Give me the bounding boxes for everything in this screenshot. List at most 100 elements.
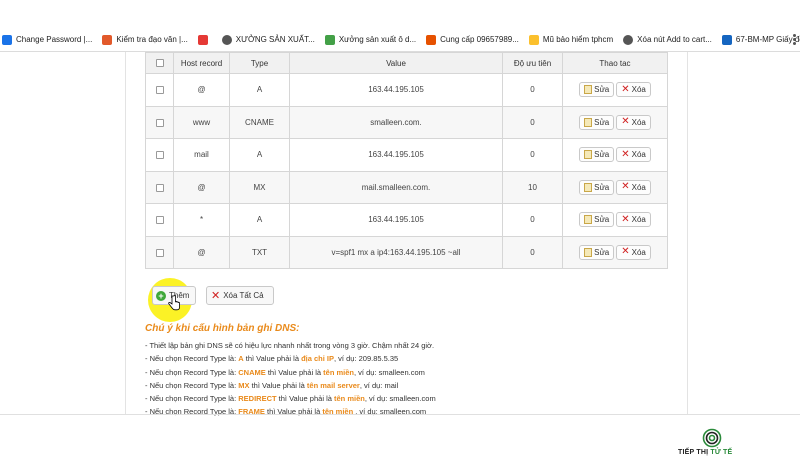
note-text: thì Value phải là <box>249 380 307 390</box>
note-text: , ví dụ: smalleen.com <box>353 407 427 417</box>
type-cell: A <box>229 138 290 172</box>
edit-label: Sửa <box>594 247 610 257</box>
row-select-cell[interactable] <box>145 138 174 172</box>
edit-button[interactable]: Sửa <box>579 114 615 130</box>
value-cell: v=spf1 mx a ip4:163.44.195.105 ~all <box>289 235 503 269</box>
bookmark-label: Xưởng sản xuất ô d... <box>338 35 417 44</box>
type-cell: A <box>229 73 290 107</box>
priority-cell: 10 <box>502 170 563 204</box>
table-header-row: Host record Type Value Độ ưu tiên Thao t… <box>145 52 668 74</box>
edit-label: Sửa <box>594 182 610 192</box>
bookmark-item[interactable]: XƯỞNG SẢN XUẤT... <box>221 34 315 45</box>
delete-button[interactable]: ✕ Xóa <box>616 147 651 163</box>
delete-button[interactable]: ✕ Xóa <box>616 114 651 130</box>
more-bookmarks-icon[interactable] <box>793 34 796 46</box>
edit-icon <box>584 150 593 160</box>
bookmark-item[interactable]: Cung cấp 09657989... <box>426 34 519 45</box>
edit-button[interactable]: Sửa <box>579 212 615 228</box>
actions-cell: Sửa ✕ Xóa <box>562 138 668 172</box>
select-all-header[interactable] <box>145 52 174 74</box>
bookmark-label: Change Password |... <box>16 35 93 44</box>
edit-icon <box>584 182 593 192</box>
delete-x-icon: ✕ <box>621 213 630 225</box>
delete-button[interactable]: ✕ Xóa <box>616 244 651 260</box>
bookmark-item[interactable]: Xưởng sản xuất ô d... <box>324 34 417 45</box>
edit-icon <box>584 85 593 95</box>
delete-button[interactable]: ✕ Xóa <box>616 82 651 98</box>
bookmark-item[interactable] <box>197 34 212 45</box>
logo-text-part2: TỬ TẾ <box>710 449 733 456</box>
note-line: - Nếu chọn Record Type là: A thì Value p… <box>145 352 436 365</box>
note-highlight: tên mail server <box>306 380 360 390</box>
row-select-cell[interactable] <box>145 235 174 269</box>
bookmark-item[interactable]: 67-BM-MP Giấy đề... <box>721 34 800 45</box>
edit-icon <box>584 117 593 127</box>
note-line: - Thiết lập bản ghi DNS sẽ có hiệu lực n… <box>145 339 436 352</box>
note-text: , ví dụ: smalleen.com <box>354 367 425 377</box>
table-row: * A 163.44.195.105 0 Sửa ✕ Xóa <box>145 203 668 237</box>
check-icon <box>2 34 12 45</box>
row-select-cell[interactable] <box>145 73 174 107</box>
delete-button[interactable]: ✕ Xóa <box>616 179 651 195</box>
note-text: - Nếu chọn Record Type là: <box>145 354 239 364</box>
table-row: mail A 163.44.195.105 0 Sửa ✕ Xóa <box>145 138 668 172</box>
bookmark-item[interactable]: Change Password |... <box>2 34 93 45</box>
note-text: - Thiết lập bản ghi DNS sẽ có hiệu lực n… <box>145 341 435 350</box>
priority-cell: 0 <box>502 235 563 269</box>
bookmark-label: Cung cấp 09657989... <box>440 35 519 44</box>
edit-button[interactable]: Sửa <box>579 82 615 98</box>
note-line: - Nếu chọn Record Type là: CNAME thì Val… <box>145 366 436 379</box>
delete-label: Xóa <box>631 182 646 192</box>
select-all-checkbox[interactable] <box>155 59 164 68</box>
bookmark-item[interactable]: Mũ bảo hiểm tphcm <box>528 34 613 45</box>
table-row: @ TXT v=spf1 mx a ip4:163.44.195.105 ~all 0… <box>145 235 668 269</box>
row-checkbox[interactable] <box>155 248 164 257</box>
bag-icon <box>426 34 437 45</box>
p-logo-icon <box>102 34 113 45</box>
edit-icon <box>584 215 593 225</box>
delete-x-icon: ✕ <box>621 83 630 95</box>
edit-button[interactable]: Sửa <box>579 147 615 163</box>
edit-button[interactable]: Sửa <box>579 179 615 195</box>
value-cell: 163.44.195.105 <box>289 203 503 237</box>
row-checkbox[interactable] <box>155 183 164 192</box>
row-checkbox[interactable] <box>155 86 164 95</box>
host-record-cell: www <box>173 105 230 139</box>
bookmark-item[interactable]: Xóa nút Add to cart... <box>623 34 712 45</box>
edit-label: Sửa <box>594 117 610 127</box>
note-highlight: tên miền <box>334 394 365 404</box>
value-cell: smalleen.com. <box>289 105 503 139</box>
table-row: @ A 163.44.195.105 0 Sửa ✕ Xóa <box>145 73 668 107</box>
value-cell: 163.44.195.105 <box>289 138 503 172</box>
type-cell: MX <box>229 170 290 204</box>
host-record-cell: @ <box>173 73 230 107</box>
notes-list: - Thiết lập bản ghi DNS sẽ có hiệu lực n… <box>145 339 436 419</box>
value-cell: 163.44.195.105 <box>289 73 503 107</box>
row-checkbox[interactable] <box>155 151 164 160</box>
spiral-logo-icon <box>702 428 722 448</box>
note-text: thì Value phải là <box>276 394 334 404</box>
content-right-border <box>687 52 688 414</box>
row-select-cell[interactable] <box>145 170 174 204</box>
note-text: thì Value phải là <box>243 354 302 364</box>
row-checkbox[interactable] <box>155 216 164 225</box>
hand-cursor-icon <box>168 295 180 311</box>
row-checkbox[interactable] <box>155 118 164 127</box>
notes-title: Chú ý khi cấu hình bản ghi DNS: <box>145 323 300 334</box>
row-select-cell[interactable] <box>145 203 174 237</box>
priority-cell: 0 <box>502 203 563 237</box>
row-select-cell[interactable] <box>145 105 174 139</box>
delete-x-icon: ✕ <box>621 246 630 258</box>
brand-logo: TIẾP THỊ TỬ TẾ <box>678 428 758 460</box>
bookmark-item[interactable]: Kiểm tra đạo văn |... <box>102 34 188 45</box>
delete-button[interactable]: ✕ Xóa <box>616 212 651 228</box>
edit-button[interactable]: Sửa <box>579 244 615 260</box>
header-type: Type <box>229 52 290 74</box>
note-highlight: địa chỉ IP <box>301 354 335 364</box>
logo-text: TIẾP THỊ TỬ TẾ <box>678 449 732 456</box>
note-highlight: CNAME <box>238 367 266 377</box>
delete-x-icon: ✕ <box>621 181 630 193</box>
edit-label: Sửa <box>594 150 610 160</box>
delete-all-button[interactable]: ✕ Xóa Tất Cả <box>206 286 274 305</box>
type-cell: TXT <box>229 235 290 269</box>
